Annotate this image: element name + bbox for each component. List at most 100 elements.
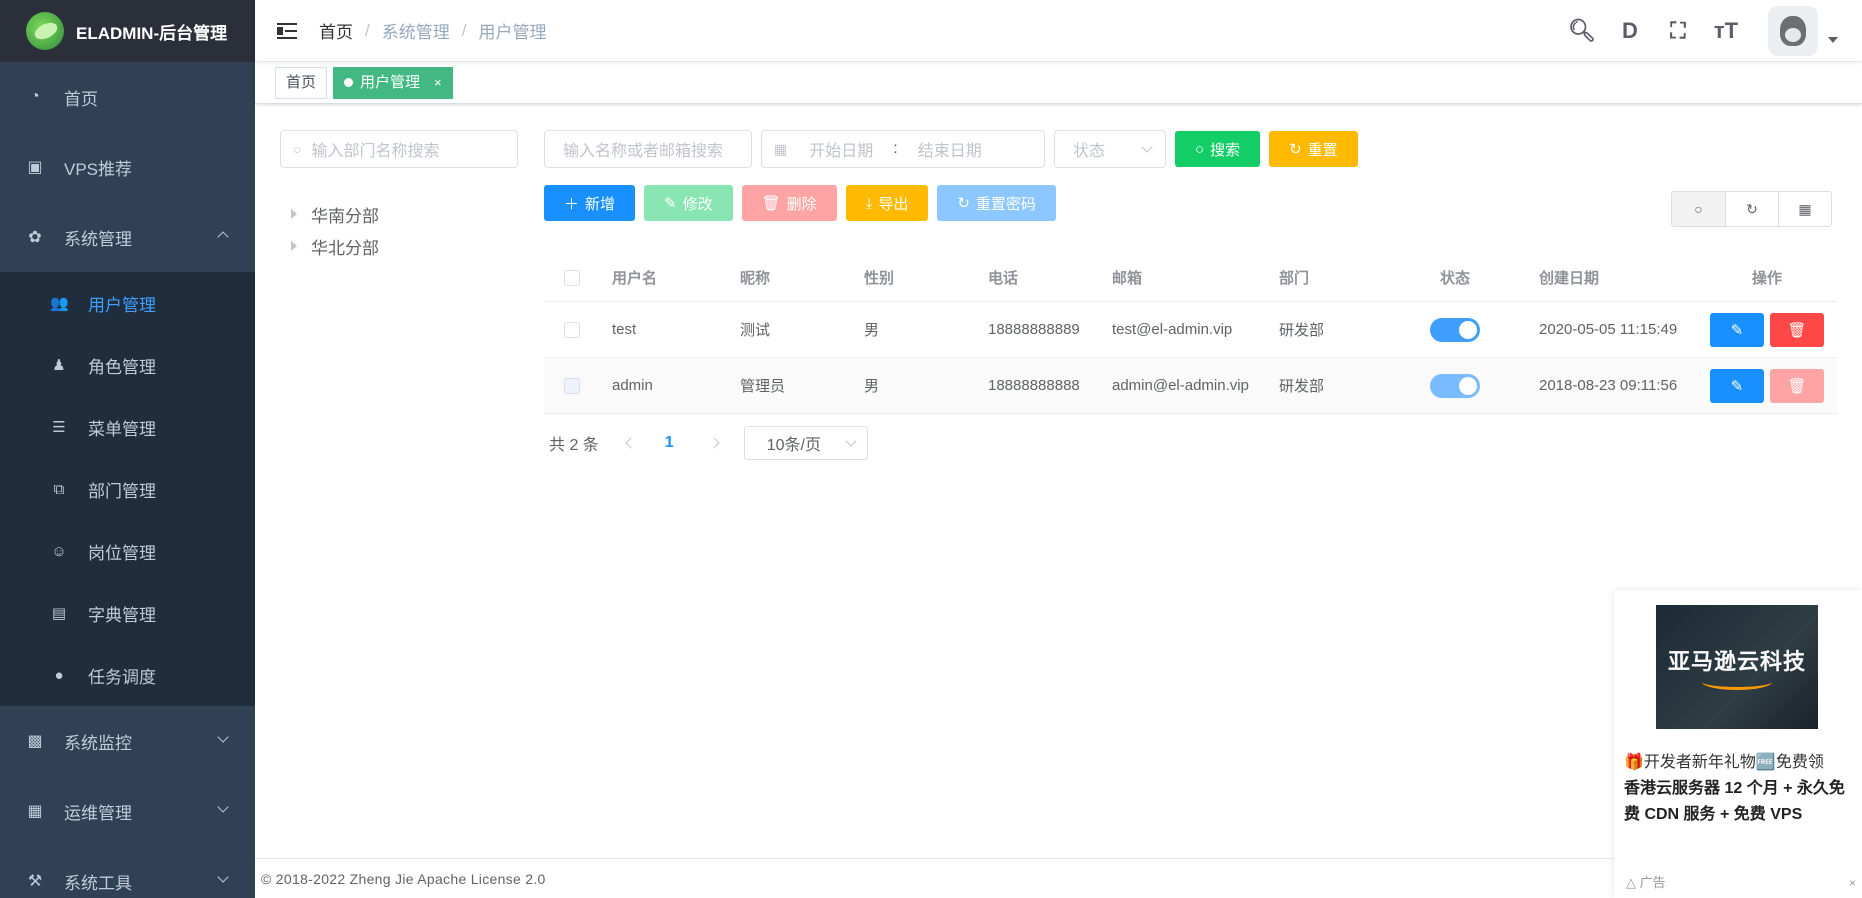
name-search-input[interactable]: 输入名称或者邮箱搜索 [544, 130, 752, 168]
refresh-icon: ↻ [957, 195, 970, 212]
caret-right-icon[interactable] [291, 209, 297, 219]
row-delete-button[interactable]: 🗑︎ [1770, 312, 1824, 347]
sidebar-item-monitor[interactable]: ▩ 系统监控 [0, 706, 255, 776]
sidebar-item-ops[interactable]: ▦ 运维管理 [0, 776, 255, 846]
search-icon[interactable]: 🔍︎ [1558, 0, 1606, 62]
column-header: 昵称 [740, 270, 771, 287]
sidebar-item-label: 菜单管理 [88, 419, 156, 439]
tree-node[interactable]: 华北分部 [291, 230, 379, 262]
tags-view: 首页 用户管理 × [255, 62, 1862, 104]
cell-dept: 研发部 [1279, 378, 1325, 395]
status-switch[interactable] [1430, 317, 1480, 342]
sidebar-item-dept-manage[interactable]: ⧉ 部门管理 [0, 458, 255, 520]
sidebar-item-user-manage[interactable]: 👥 用户管理 [0, 272, 255, 334]
sidebar-item-label: VPS推荐 [64, 159, 133, 179]
cell-created: 2020-05-05 11:15:49 [1539, 321, 1678, 338]
sidebar-menu: ◔ 首页 ▣ VPS推荐 ✿ 系统管理 [0, 62, 255, 272]
header-checkbox-cell [544, 269, 600, 286]
sidebar-item-dict-manage[interactable]: ▤ 字典管理 [0, 582, 255, 644]
column-header: 操作 [1751, 270, 1782, 287]
reset-button[interactable]: ↻ 重置 [1269, 131, 1358, 167]
breadcrumb: 首页 / 系统管理 / 用户管理 [319, 18, 546, 43]
fullscreen-icon[interactable]: ⛶ [1654, 0, 1702, 62]
user-table: 用户名 昵称 性别 电话 邮箱 部门 状态 创建日期 操作 test 测试 男 … [544, 254, 1837, 414]
column-header: 用户名 [612, 270, 658, 287]
dept-search-input[interactable]: ○ 输入部门名称搜索 [280, 130, 518, 168]
table-tool-group: ○ ↻ ▦ [1671, 191, 1832, 227]
reset-button-label: 重置 [1307, 141, 1338, 159]
doc-icon[interactable]: D [1606, 0, 1654, 62]
breadcrumb-separator: / [461, 20, 467, 40]
tag-home[interactable]: 首页 [275, 66, 328, 99]
calendar-icon: ▦ [774, 140, 788, 157]
role-icon: ♟ [52, 357, 66, 374]
reset-password-label: 重置密码 [975, 195, 1036, 213]
chevron-down-icon [217, 871, 229, 883]
sidebar-item-timer-manage[interactable]: ● 任务调度 [0, 644, 255, 706]
close-icon[interactable]: × [1849, 876, 1856, 890]
tree-node[interactable]: 华南分部 [291, 198, 379, 230]
close-icon[interactable]: × [434, 68, 442, 98]
page-size-select[interactable]: 10条/页 [743, 426, 868, 460]
column-header: 邮箱 [1112, 270, 1143, 287]
ad-box[interactable]: 亚马逊云科技 🎁开发者新年礼物🆓免费领 香港云服务器 12 个月 + 永久免费 … [1614, 590, 1862, 898]
select-all-checkbox[interactable] [564, 269, 580, 286]
cell-email: admin@el-admin.vip [1112, 377, 1249, 394]
cell-gender: 男 [864, 378, 880, 395]
sidebar-item-post-manage[interactable]: ☺ 岗位管理 [0, 520, 255, 582]
page-number[interactable]: 1 [665, 434, 674, 452]
sidebar-item-vps[interactable]: ▣ VPS推荐 [0, 132, 255, 202]
prev-page-icon[interactable] [625, 437, 637, 449]
tree-node-label: 华北分部 [311, 238, 379, 258]
search-button[interactable]: ○ 搜索 [1175, 131, 1261, 167]
status-select[interactable]: 状态 [1054, 130, 1166, 168]
pagination: 共 2 条 1 10条/页 [549, 426, 868, 460]
crud-toolbar: ＋ 新增 ✎ 修改 🗑︎ 删除 ⤓ 导出 ↻ 重置密码 [544, 185, 1065, 221]
sidebar-item-tools[interactable]: ⚒ 系统工具 [0, 846, 255, 898]
search-button-label: 搜索 [1210, 141, 1241, 159]
hamburger-icon[interactable] [277, 22, 299, 40]
ad-image[interactable]: 亚马逊云科技 [1656, 605, 1818, 729]
system-submenu: 👥 用户管理 ♟ 角色管理 ☰ 菜单管理 ⧉ 部门管理 ☺ 岗位管理 ▤ 字典管… [0, 272, 255, 706]
table-row[interactable]: admin 管理员 男 18888888888 admin@el-admin.v… [544, 358, 1837, 414]
sidebar-item-menu-manage[interactable]: ☰ 菜单管理 [0, 396, 255, 458]
toggle-search-icon[interactable]: ○ [1672, 192, 1725, 226]
date-range-picker[interactable]: ▦ 开始日期 : 结束日期 [761, 130, 1045, 168]
caret-down-icon[interactable] [1828, 37, 1838, 43]
avatar[interactable] [1768, 6, 1818, 56]
sidebar-item-label: 系统管理 [64, 229, 132, 249]
ad-text[interactable]: 🎁开发者新年礼物🆓免费领 香港云服务器 12 个月 + 永久免费 CDN 服务 … [1624, 750, 1854, 828]
row-checkbox[interactable] [564, 321, 580, 338]
add-button[interactable]: ＋ 新增 [544, 185, 636, 221]
gear-icon: ✿ [28, 229, 42, 246]
columns-grid-icon[interactable]: ▦ [1778, 192, 1831, 226]
edit-button[interactable]: ✎ 修改 [644, 185, 733, 221]
sidebar-item-label: 岗位管理 [88, 543, 156, 563]
sidebar-item-system[interactable]: ✿ 系统管理 [0, 202, 255, 272]
tag-user-manage[interactable]: 用户管理 × [333, 66, 453, 99]
font-size-icon[interactable]: ᴛT [1702, 0, 1750, 62]
breadcrumb-home[interactable]: 首页 [319, 18, 353, 43]
column-header: 创建日期 [1539, 270, 1600, 287]
filter-bar: 输入名称或者邮箱搜索 ▦ 开始日期 : 结束日期 状态 ○ 搜索 ↻ 重置 [544, 130, 1367, 168]
column-header: 状态 [1439, 270, 1470, 287]
export-button[interactable]: ⤓ 导出 [845, 185, 929, 221]
sidebar-item-home[interactable]: ◔ 首页 [0, 62, 255, 132]
delete-button[interactable]: 🗑︎ 删除 [741, 185, 837, 221]
row-edit-button[interactable]: ✎ [1710, 368, 1764, 403]
row-edit-button[interactable]: ✎ [1710, 312, 1764, 347]
next-page-icon[interactable] [708, 437, 720, 449]
logo[interactable]: ELADMIN-后台管理 [0, 0, 255, 62]
table-row[interactable]: test 测试 男 18888888889 test@el-admin.vip … [544, 302, 1837, 358]
dict-icon: ▤ [51, 605, 67, 622]
sidebar-item-role-manage[interactable]: ♟ 角色管理 [0, 334, 255, 396]
download-icon: ⤓ [865, 194, 873, 212]
pencil-icon: ✎ [1730, 321, 1744, 339]
leaf-logo-icon [26, 12, 64, 50]
row-checkbox-cell [544, 321, 600, 338]
refresh-icon[interactable]: ↻ [1725, 192, 1778, 226]
reset-password-button[interactable]: ↻ 重置密码 [937, 185, 1056, 221]
caret-right-icon[interactable] [291, 241, 297, 251]
ad-line2: 香港云服务器 12 个月 + 永久免费 CDN 服务 + 免费 VPS [1624, 780, 1845, 823]
active-dot-icon [344, 78, 354, 87]
